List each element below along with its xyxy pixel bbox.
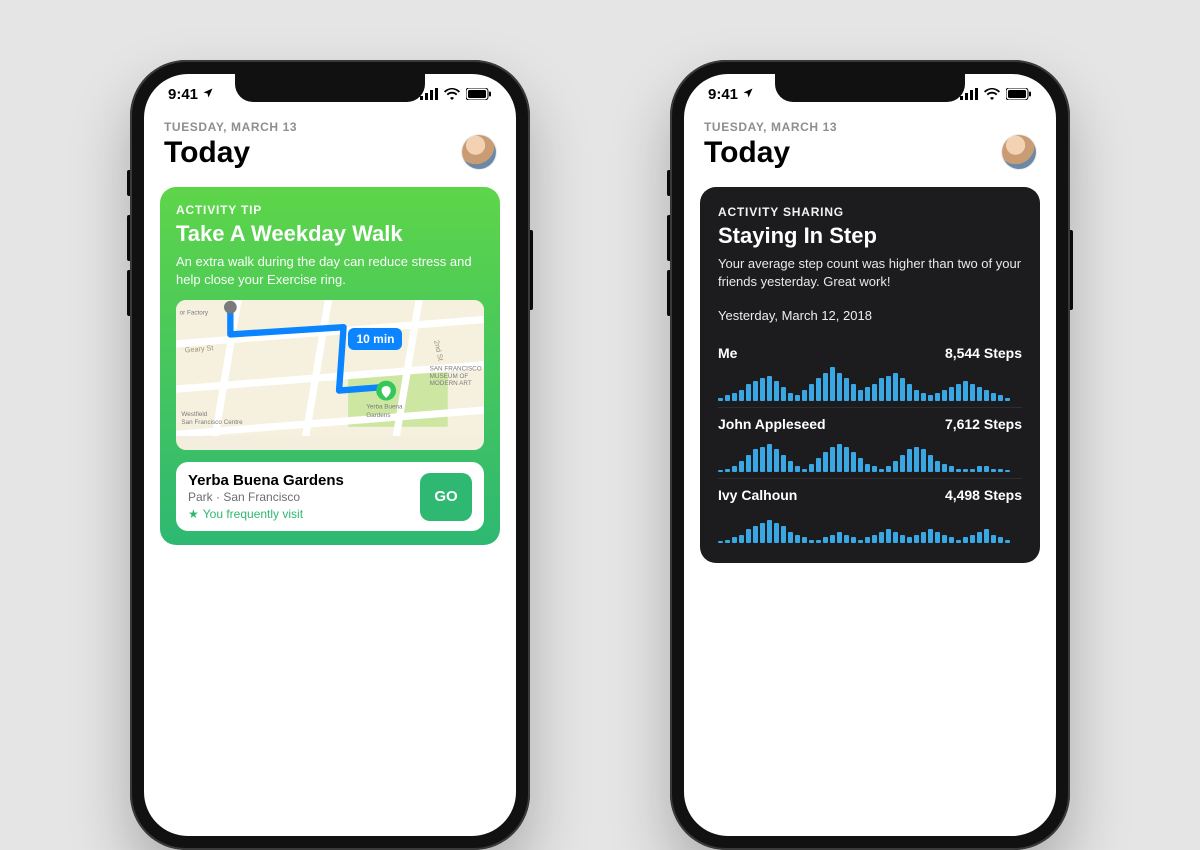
notch bbox=[775, 74, 965, 102]
profile-avatar[interactable] bbox=[1002, 135, 1036, 169]
route-eta-badge: 10 min bbox=[348, 328, 402, 350]
location-arrow-icon bbox=[742, 86, 754, 103]
sharing-date: Yesterday, March 12, 2018 bbox=[718, 308, 1022, 323]
date-label: TUESDAY, MARCH 13 bbox=[704, 120, 837, 134]
card-eyebrow: ACTIVITY TIP bbox=[176, 203, 484, 217]
page-title: Today bbox=[164, 136, 297, 169]
card-subtitle: An extra walk during the day can reduce … bbox=[176, 253, 484, 288]
step-histogram bbox=[718, 367, 1022, 401]
wifi-icon bbox=[444, 88, 460, 100]
sharing-person-steps: 4,498 Steps bbox=[945, 487, 1022, 503]
notch bbox=[235, 74, 425, 102]
profile-avatar[interactable] bbox=[462, 135, 496, 169]
step-histogram bbox=[718, 438, 1022, 472]
destination-name: Yerba Buena Gardens bbox=[188, 472, 410, 489]
phone-right: 9:41 bbox=[670, 60, 1070, 850]
map-preview[interactable]: Geary St 2nd St or Factory SAN FRANCISCO… bbox=[176, 300, 484, 450]
sharing-person-name: Me bbox=[718, 345, 737, 361]
map-poi-factory: or Factory bbox=[180, 310, 209, 317]
status-time: 9:41 bbox=[168, 86, 198, 103]
go-button[interactable]: GO bbox=[420, 473, 472, 521]
wifi-icon bbox=[984, 88, 1000, 100]
step-histogram bbox=[718, 509, 1022, 543]
sharing-person-name: Ivy Calhoun bbox=[718, 487, 797, 503]
sharing-item[interactable]: Ivy Calhoun 4,498 Steps bbox=[718, 478, 1022, 549]
sharing-list: Me 8,544 Steps John Appleseed 7,612 Steps Iv… bbox=[718, 337, 1022, 549]
card-eyebrow: ACTIVITY SHARING bbox=[718, 205, 1022, 219]
activity-tip-card[interactable]: ACTIVITY TIP Take A Weekday Walk An extr… bbox=[160, 187, 500, 545]
battery-icon bbox=[1006, 88, 1032, 100]
status-time: 9:41 bbox=[708, 86, 738, 103]
page-title: Today bbox=[704, 136, 837, 169]
star-icon: ★ bbox=[188, 507, 199, 521]
date-label: TUESDAY, MARCH 13 bbox=[164, 120, 297, 134]
sharing-person-name: John Appleseed bbox=[718, 416, 826, 432]
card-subtitle: Your average step count was higher than … bbox=[718, 255, 1022, 290]
destination-frequent: ★ You frequently visit bbox=[188, 507, 410, 521]
card-title: Take A Weekday Walk bbox=[176, 221, 484, 247]
sharing-person-steps: 7,612 Steps bbox=[945, 416, 1022, 432]
location-arrow-icon bbox=[202, 86, 214, 103]
card-title: Staying In Step bbox=[718, 223, 1022, 249]
destination-row[interactable]: Yerba Buena Gardens Park · San Francisco… bbox=[176, 462, 484, 531]
phone-left: 9:41 bbox=[130, 60, 530, 850]
sharing-person-steps: 8,544 Steps bbox=[945, 345, 1022, 361]
sharing-item[interactable]: John Appleseed 7,612 Steps bbox=[718, 407, 1022, 478]
battery-icon bbox=[466, 88, 492, 100]
activity-sharing-card[interactable]: ACTIVITY SHARING Staying In Step Your av… bbox=[700, 187, 1040, 563]
destination-subtitle: Park · San Francisco bbox=[188, 490, 410, 504]
sharing-item[interactable]: Me 8,544 Steps bbox=[718, 337, 1022, 407]
